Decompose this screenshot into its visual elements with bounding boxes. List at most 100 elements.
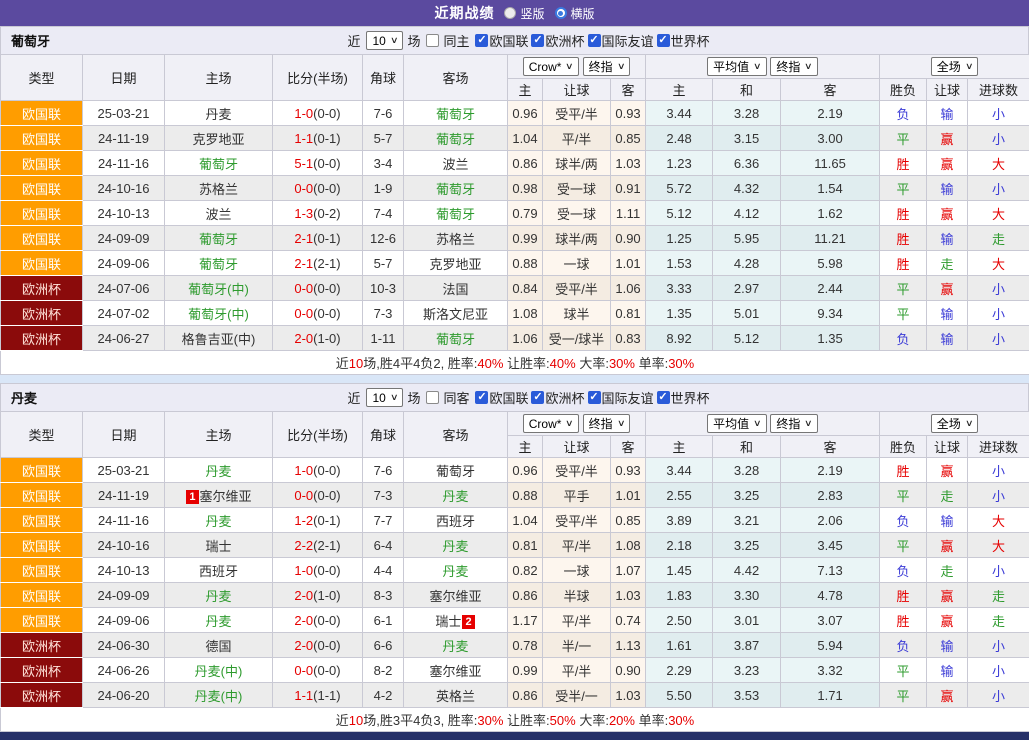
away-team-cell: 塞尔维亚 — [404, 583, 508, 608]
corner-cell: 8-2 — [363, 658, 404, 683]
handicap-home-odds-cell: 0.98 — [508, 176, 543, 201]
team-name-text: 法国 — [442, 282, 468, 297]
chevron-down-icon: ∨ — [804, 418, 813, 429]
handicap-result-cell: 赢 — [927, 201, 968, 226]
home-team-cell: 克罗地亚 — [165, 126, 273, 151]
home-team-cell: 丹麦 — [165, 508, 273, 533]
avg-home-odds-cell: 3.44 — [646, 458, 713, 483]
average-time-select[interactable]: 终指 ∨ — [770, 57, 818, 76]
handicap-line-cell: 球半 — [543, 301, 611, 326]
avg-home-odds-cell: 2.50 — [646, 608, 713, 633]
bottom-bar — [0, 732, 1029, 740]
average-select[interactable]: 平均值 ∨ — [707, 414, 767, 433]
verdict-text: 输 — [941, 232, 954, 247]
home-team-cell: 丹麦 — [165, 608, 273, 633]
verdict-text: 大 — [992, 157, 1005, 172]
handicap-time-select[interactable]: 终指 ∨ — [583, 414, 631, 433]
match-count-select[interactable]: 10 ∨ — [366, 388, 403, 407]
league-filter-checkbox[interactable]: ✓ — [657, 34, 670, 47]
handicap-away-odds-cell: 0.90 — [611, 226, 646, 251]
league-type-cell: 欧洲杯 — [1, 683, 83, 708]
average-group-header: 平均值 ∨ 终指 ∨ — [646, 55, 880, 79]
team-name-text: 葡萄牙 — [436, 132, 475, 147]
bookmaker-select[interactable]: Crow* ∨ — [523, 414, 579, 433]
league-filter-checkbox[interactable]: ✓ — [657, 391, 670, 404]
handicap-line-cell: 一球 — [543, 558, 611, 583]
sections-container: 葡萄牙 近 10 ∨ 场 同主 ✓欧国联✓欧洲杯✓国际友谊✓世界杯 — [0, 26, 1029, 732]
outcome-result-cell: 胜 — [880, 458, 927, 483]
handicap-line-cell: 受一球 — [543, 176, 611, 201]
team-name-text: 西班牙 — [199, 564, 238, 579]
chevron-down-icon: ∨ — [804, 61, 813, 72]
avg-draw-odds-cell: 4.42 — [713, 558, 781, 583]
sub-header-home-odds: 主 — [508, 79, 543, 101]
verdict-text: 负 — [897, 107, 910, 122]
scope-select[interactable]: 全场 ∨ — [931, 414, 979, 433]
league-filter-checkbox[interactable]: ✓ — [588, 391, 601, 404]
score-cell: 1-0(0-0) — [273, 558, 363, 583]
layout-radio-vertical[interactable]: 竖版 — [504, 5, 544, 22]
team-name-text: 塞尔维亚 — [200, 489, 252, 504]
col-header-date: 日期 — [83, 412, 165, 458]
team-name-text: 塞尔维亚 — [429, 664, 481, 679]
team-section: 葡萄牙 近 10 ∨ 场 同主 ✓欧国联✓欧洲杯✓国际友谊✓世界杯 — [0, 26, 1029, 375]
half-time-score: (0-0) — [313, 281, 340, 296]
verdict-text: 小 — [992, 132, 1005, 147]
verdict-text: 小 — [992, 664, 1005, 679]
avg-home-odds-cell: 5.12 — [646, 201, 713, 226]
half-time-score: (0-0) — [313, 181, 340, 196]
verdict-text: 负 — [897, 639, 910, 654]
average-time-select[interactable]: 终指 ∨ — [770, 414, 818, 433]
score-cell: 1-0(0-0) — [273, 458, 363, 483]
league-filter-checkbox[interactable]: ✓ — [588, 34, 601, 47]
league-filter-checkbox[interactable]: ✓ — [475, 391, 488, 404]
handicap-away-odds-cell: 0.93 — [611, 101, 646, 126]
same-side-checkbox[interactable] — [426, 34, 439, 47]
corner-cell: 1-11 — [363, 326, 404, 351]
verdict-text: 负 — [897, 564, 910, 579]
away-team-cell: 葡萄牙 — [404, 176, 508, 201]
half-time-score: (0-0) — [313, 638, 340, 653]
half-time-score: (1-1) — [313, 688, 340, 703]
avg-draw-odds-cell: 3.87 — [713, 633, 781, 658]
handicap-result-cell: 赢 — [927, 151, 968, 176]
avg-away-odds-cell: 1.35 — [781, 326, 880, 351]
league-filter-checkbox[interactable]: ✓ — [475, 34, 488, 47]
outcome-result-cell: 胜 — [880, 151, 927, 176]
handicap-time-select[interactable]: 终指 ∨ — [583, 57, 631, 76]
handicap-line-cell: 受一球 — [543, 201, 611, 226]
league-filter-checkbox[interactable]: ✓ — [531, 34, 544, 47]
match-row: 欧洲杯24-06-26丹麦(中)0-0(0-0)8-2塞尔维亚0.99平/半0.… — [1, 658, 1029, 683]
layout-radio-horizontal[interactable]: 横版 — [555, 5, 595, 22]
chevron-down-icon: ∨ — [617, 418, 626, 429]
avg-draw-odds-cell: 5.12 — [713, 326, 781, 351]
match-count-select[interactable]: 10 ∨ — [366, 31, 403, 50]
score-cell: 2-0(1-0) — [273, 326, 363, 351]
league-filter-label: 世界杯 — [671, 31, 710, 50]
handicap-line-cell: 受平/半 — [543, 276, 611, 301]
league-filter-checkbox[interactable]: ✓ — [531, 391, 544, 404]
team-name-text: 丹麦 — [442, 489, 468, 504]
handicap-home-odds-cell: 1.04 — [508, 126, 543, 151]
verdict-text: 胜 — [897, 464, 910, 479]
full-time-score: 1-0 — [294, 106, 313, 121]
same-side-checkbox[interactable] — [426, 391, 439, 404]
corner-cell: 6-6 — [363, 633, 404, 658]
scope-select[interactable]: 全场 ∨ — [931, 57, 979, 76]
radio-checked-icon — [555, 7, 567, 19]
sub-header-avg-draw: 和 — [713, 79, 781, 101]
handicap-home-odds-cell: 0.84 — [508, 276, 543, 301]
avg-away-odds-cell: 5.98 — [781, 251, 880, 276]
verdict-text: 大 — [992, 514, 1005, 529]
sub-header-outcome: 胜负 — [880, 436, 927, 458]
bookmaker-select[interactable]: Crow* ∨ — [523, 57, 579, 76]
league-type-cell: 欧国联 — [1, 126, 83, 151]
handicap-away-odds-cell: 1.06 — [611, 276, 646, 301]
verdict-text: 胜 — [897, 207, 910, 222]
full-time-score: 1-3 — [294, 206, 313, 221]
verdict-text: 小 — [992, 282, 1005, 297]
summary-text-part: 30% — [477, 713, 503, 728]
verdict-text: 赢 — [941, 207, 954, 222]
average-select[interactable]: 平均值 ∨ — [707, 57, 767, 76]
verdict-text: 输 — [941, 182, 954, 197]
